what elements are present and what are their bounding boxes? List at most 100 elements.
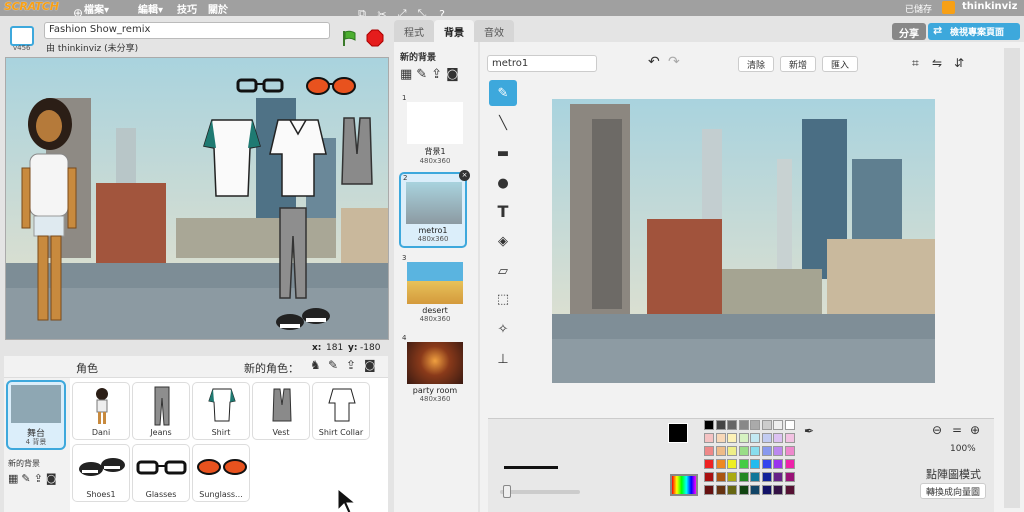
color-swatch[interactable] [704, 420, 714, 430]
color-swatch[interactable] [727, 472, 737, 482]
color-swatch[interactable] [727, 459, 737, 469]
color-swatch[interactable] [715, 472, 726, 482]
color-swatch[interactable] [773, 485, 783, 495]
vest-sprite[interactable] [340, 114, 374, 190]
sprite-tile-jeans[interactable]: Jeans [132, 382, 190, 440]
glasses-sprite[interactable] [236, 76, 286, 94]
paint-sprite-icon[interactable]: ✎ [328, 358, 338, 372]
zoom-reset-icon[interactable]: = [952, 423, 962, 437]
upload-sprite-icon[interactable]: ⇪ [346, 358, 356, 372]
zoom-out-icon[interactable]: ⊖ [932, 423, 942, 437]
eraser-tool-icon[interactable]: ▱ [489, 258, 517, 284]
brush-size-slider[interactable] [500, 490, 580, 494]
sunglasses-sprite[interactable] [304, 76, 360, 98]
color-swatch[interactable] [773, 433, 783, 443]
color-swatch[interactable] [727, 446, 737, 456]
crop-icon[interactable]: ⌗ [912, 56, 919, 71]
camera-sprite-icon[interactable]: ◙ [364, 358, 376, 372]
color-palette[interactable] [704, 420, 796, 500]
stage[interactable] [5, 57, 389, 340]
username[interactable]: thinkinviz [962, 1, 1017, 12]
color-swatch[interactable] [727, 420, 737, 430]
color-swatch[interactable] [704, 485, 714, 495]
color-swatch[interactable] [761, 433, 772, 443]
backdrop-item-4[interactable]: 4 party room 480x360 [402, 334, 468, 403]
project-title-input[interactable]: Fashion Show_remix [44, 22, 330, 39]
user-avatar[interactable] [942, 1, 955, 14]
color-swatch[interactable] [784, 459, 795, 469]
fullscreen-icon[interactable] [10, 26, 34, 46]
stop-icon[interactable] [366, 29, 384, 47]
color-picker-gradient[interactable] [670, 474, 698, 496]
color-swatch[interactable] [715, 420, 726, 430]
line-tool-icon[interactable]: ╲ [489, 110, 517, 136]
color-swatch[interactable] [784, 433, 795, 443]
color-swatch[interactable] [761, 485, 772, 495]
sprite-tile-vest[interactable]: Vest [252, 382, 310, 440]
tab-sounds[interactable]: 音效 [474, 20, 514, 42]
color-swatch[interactable] [715, 485, 726, 495]
color-swatch[interactable] [738, 433, 749, 443]
color-swatch[interactable] [750, 446, 760, 456]
zoom-in-icon[interactable]: ⊕ [970, 423, 980, 437]
color-swatch[interactable] [761, 420, 772, 430]
see-project-page-button[interactable]: ⇄ 檢視專案頁面 [928, 23, 1020, 40]
clear-button[interactable]: 清除 [738, 56, 775, 72]
jeans-sprite[interactable] [276, 206, 310, 300]
costume-name-input[interactable]: metro1 [487, 55, 597, 72]
color-swatch[interactable] [784, 472, 795, 482]
eyedropper-icon[interactable]: ✒ [804, 424, 814, 438]
sprite-tile-shirt[interactable]: Shirt [192, 382, 250, 440]
new-backdrop-icons[interactable]: ▦✎⇪◙ [8, 472, 60, 485]
tab-scripts[interactable]: 程式 [394, 20, 434, 42]
fill-tool-icon[interactable]: ◈ [489, 228, 517, 254]
color-swatch[interactable] [784, 446, 795, 456]
color-swatch[interactable] [773, 446, 783, 456]
paint-canvas[interactable] [552, 99, 935, 383]
color-swatch[interactable] [761, 446, 772, 456]
scratch-logo[interactable]: SCRATCH [4, 0, 59, 15]
menu-about[interactable]: 關於 [208, 1, 228, 16]
color-swatch[interactable] [750, 472, 760, 482]
share-button[interactable]: 分享 [892, 23, 926, 40]
dani-sprite[interactable] [18, 94, 80, 334]
flip-vertical-icon[interactable]: ⇵ [954, 56, 964, 70]
add-button[interactable]: 新增 [780, 56, 817, 72]
text-tool-icon[interactable]: T [489, 198, 517, 224]
scrollbar[interactable] [1004, 48, 1020, 508]
rectangle-tool-icon[interactable]: ▬ [489, 140, 517, 166]
color-swatch[interactable] [773, 420, 783, 430]
color-swatch[interactable] [738, 485, 749, 495]
sprite-tile-glasses[interactable]: Glasses [132, 444, 190, 502]
color-swatch[interactable] [704, 446, 714, 456]
primary-color-swatch[interactable] [668, 423, 688, 443]
color-swatch[interactable] [750, 485, 760, 495]
green-flag-icon[interactable] [341, 29, 359, 47]
color-swatch[interactable] [750, 433, 760, 443]
stamp-tool-icon[interactable]: ⊥ [489, 346, 517, 372]
select-tool-icon[interactable]: ⬚ [489, 286, 517, 312]
color-swatch[interactable] [715, 446, 726, 456]
sprite-tile-sunglasses[interactable]: Sunglass... [192, 444, 250, 502]
stage-thumbnail[interactable]: 舞台 4 背景 [6, 380, 66, 450]
color-swatch[interactable] [784, 420, 795, 430]
menu-edit[interactable]: 編輯▾ [138, 1, 163, 16]
convert-to-vector-button[interactable]: 轉換成向量圖 [920, 483, 987, 499]
color-swatch[interactable] [784, 485, 795, 495]
color-swatch[interactable] [750, 420, 760, 430]
import-button[interactable]: 匯入 [822, 56, 859, 72]
ellipse-tool-icon[interactable]: ● [489, 170, 517, 196]
backdrop-item-3[interactable]: 3 desert 480x360 [402, 254, 468, 323]
color-swatch[interactable] [750, 459, 760, 469]
undo-icon[interactable]: ↶ [648, 54, 660, 70]
color-swatch[interactable] [704, 459, 714, 469]
color-swatch[interactable] [738, 420, 749, 430]
color-swatch[interactable] [704, 433, 714, 443]
color-swatch[interactable] [761, 459, 772, 469]
color-swatch[interactable] [761, 472, 772, 482]
menu-file[interactable]: 檔案▾ [84, 1, 109, 16]
shoes-sprite[interactable] [274, 304, 334, 334]
sprite-library-icon[interactable]: ♞ [310, 358, 321, 372]
new-backdrop-tools[interactable]: ▦✎⇪◙ [400, 67, 463, 82]
color-swatch[interactable] [715, 459, 726, 469]
